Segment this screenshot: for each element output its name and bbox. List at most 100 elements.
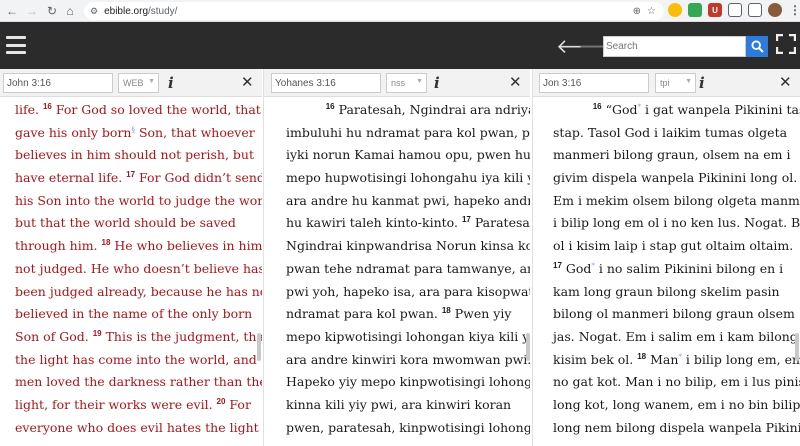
close-icon[interactable]: ✕ — [241, 73, 254, 91]
avatar[interactable] — [768, 3, 782, 17]
info-icon[interactable]: i — [434, 74, 440, 92]
text-line: long kot, long wanem, em i no bin bilip — [553, 394, 800, 417]
verse-text: his Son into the world to judge the worl… — [15, 192, 262, 208]
verse-text: He who believes in him is — [110, 238, 262, 254]
verse-text: manmeri bilong graun, olsem na em i — [553, 147, 791, 163]
text-line: jas. Nogat. Em i salim em i kam bilong — [553, 326, 800, 349]
extension-icon[interactable] — [688, 3, 702, 17]
text-line: imbuluhi hu ndramat para kol pwan, pe — [286, 122, 530, 145]
text-line: kam long graun bilong skelim pasin — [553, 281, 800, 304]
verse-text: jas. Nogat. Em i salim em i kam bilong — [553, 328, 798, 344]
verse-text: pwi yoh, hapeko isa, ara para kisopwat h… — [286, 283, 530, 299]
bookmark-star-icon[interactable]: ☆ — [647, 6, 656, 17]
verse-text: i gat wanpela Pikinini tasol i — [645, 102, 800, 117]
extension-icon[interactable] — [668, 3, 682, 17]
verse-text: God — [561, 260, 592, 276]
verse-text: ndramat para kol pwan. — [286, 306, 442, 322]
text-line: Ngindrai kinpwandrisa Norun kinsa kol — [286, 235, 530, 258]
home-icon[interactable]: ⌂ — [60, 1, 80, 21]
text-line: pwi yoh, hapeko isa, ara para kisopwat h… — [286, 281, 530, 304]
text-line: 16 “God* i gat wanpela Pikinini tasol i — [553, 99, 800, 122]
close-icon[interactable]: ✕ — [779, 73, 792, 91]
forward-icon[interactable]: → — [22, 1, 42, 21]
search-button[interactable] — [746, 36, 768, 57]
site-info-icon[interactable]: ⚙ — [90, 6, 98, 17]
text-line: bilong ol manmeri bilong graun olsem — [553, 303, 800, 326]
scrollbar[interactable] — [526, 333, 530, 361]
scrollbar[interactable] — [257, 333, 261, 361]
verse-text: no gat kot. Man i no bilip, em i lus pin… — [553, 374, 800, 390]
tab-search-icon[interactable] — [748, 3, 762, 17]
fullscreen-icon[interactable] — [776, 34, 796, 54]
extension-icon[interactable]: U — [708, 3, 722, 17]
info-icon[interactable]: i — [699, 74, 705, 92]
version-select[interactable]: tpi ▼ — [655, 73, 696, 93]
verse-text: have eternal life. — [15, 170, 127, 186]
search-input[interactable] — [603, 36, 746, 57]
text-line: Em i mekim olsem bilong olgeta manmeri — [553, 190, 800, 213]
text-line: but that the world should be saved — [15, 212, 262, 235]
reference-input[interactable] — [271, 73, 381, 93]
verse-text: i no salim Pikinini bilong en i — [594, 260, 784, 276]
reference-input[interactable] — [3, 73, 113, 93]
verse-text: hu kawiri taleh kinto-kinto. — [286, 215, 462, 231]
text-pane-2: nss ▼ i ✕ 16 Paratesah, Ngindrai ara ndri… — [264, 69, 530, 446]
text-line: ara andre hu kanmat pwi, hapeko andre — [286, 190, 530, 213]
chevron-down-icon: ▼ — [416, 78, 423, 85]
text-line: stap. Tasol God i laikim tumas olgeta — [553, 122, 800, 145]
reference-input[interactable] — [539, 73, 649, 93]
scrollbar[interactable] — [795, 333, 799, 361]
verse-text: This is the judgment, that — [101, 328, 262, 344]
verse-text: men loved the darkness rather than the — [15, 374, 262, 390]
scripture-text: life. 16 For God so loved the world, tha… — [15, 99, 262, 439]
text-line: long nem bilong dispela wanpela Pikinini — [553, 417, 800, 440]
text-line: been judged already, because he has not — [15, 281, 262, 304]
menu-dots-icon[interactable]: ⋮ — [788, 3, 800, 17]
text-line: pwen, paratesah, kinpwotisingi lohongan — [286, 417, 530, 440]
verse-text: Man — [646, 351, 679, 367]
verse-text: For God so loved the world, that he — [51, 102, 262, 117]
text-line: manmeri bilong graun, olsem na em i — [553, 144, 800, 167]
zoom-icon[interactable]: ⊕ — [633, 6, 641, 17]
hamburger-menu-icon[interactable] — [6, 36, 26, 54]
pane-header: WEB ▼ i ✕ — [0, 69, 262, 97]
reload-icon[interactable]: ↻ — [42, 1, 62, 21]
verse-text: light, for their works were evil. — [15, 396, 217, 412]
verse-text: Pwen yiy — [450, 306, 512, 322]
puzzle-icon[interactable] — [728, 3, 742, 17]
verse-text: through him. — [15, 238, 102, 254]
verse-text: Hapeko yiy mepo kinpwotisingi lohongan — [286, 374, 530, 390]
url-host: ebible.org — [104, 5, 148, 17]
verse-text: believes in him should not perish, but — [15, 147, 254, 163]
text-line: Hapeko yiy mepo kinpwotisingi lohongan — [286, 371, 530, 394]
text-line: life. 16 For God so loved the world, tha… — [15, 99, 262, 122]
verse-number: 19 — [92, 328, 102, 338]
verse-number: 16 — [42, 101, 52, 111]
version-select[interactable]: nss ▼ — [386, 73, 427, 93]
verse-text: i bilip long em, em i — [681, 351, 800, 367]
version-label: tpi — [660, 78, 670, 88]
version-select[interactable]: WEB ▼ — [118, 73, 159, 93]
text-line: mepo kipwotisingi lohongan kiya kili yiy… — [286, 326, 530, 349]
verse-text: Em i mekim olsem bilong olgeta manmeri — [553, 192, 800, 208]
verse-text: givim dispela wanpela Pikinini long ol. — [553, 170, 798, 186]
address-bar[interactable]: ⚙ ebible.org/study/ ⊕ ☆ — [84, 2, 664, 20]
text-pane-3: tpi ▼ i ✕ 16 “God* i gat wanpela Pikinini… — [533, 69, 800, 446]
info-icon[interactable]: i — [168, 74, 174, 92]
verse-text: ara andre hu kanmat pwi, hapeko andre — [286, 192, 530, 208]
close-icon[interactable]: ✕ — [509, 73, 522, 91]
chevron-down-icon: ▼ — [685, 78, 692, 85]
verse-text: gave his only born — [15, 124, 132, 140]
verse-text: Son of God. — [15, 328, 93, 344]
verse-text: pwen, paratesah, kinpwotisingi lohongan — [286, 419, 530, 435]
text-line: no gat kot. Man i no bilip, em i lus pin… — [553, 371, 800, 394]
verse-text: kinna kili yiy pwi, ara kinwiri koran — [286, 396, 512, 412]
verse-text: mepo kipwotisingi lohongan kiya kili yiy… — [286, 328, 530, 344]
text-line: believes in him should not perish, but — [15, 144, 262, 167]
verse-text: stap. Tasol God i laikim tumas olgeta — [553, 124, 788, 140]
verse-text: been judged already, because he has not — [15, 283, 262, 299]
verse-text: but that the world should be saved — [15, 215, 236, 231]
verse-text: believed in the name of the only born — [15, 306, 253, 322]
back-icon[interactable]: ← — [2, 1, 22, 21]
verse-text: everyone who does evil hates the light — [15, 419, 259, 435]
